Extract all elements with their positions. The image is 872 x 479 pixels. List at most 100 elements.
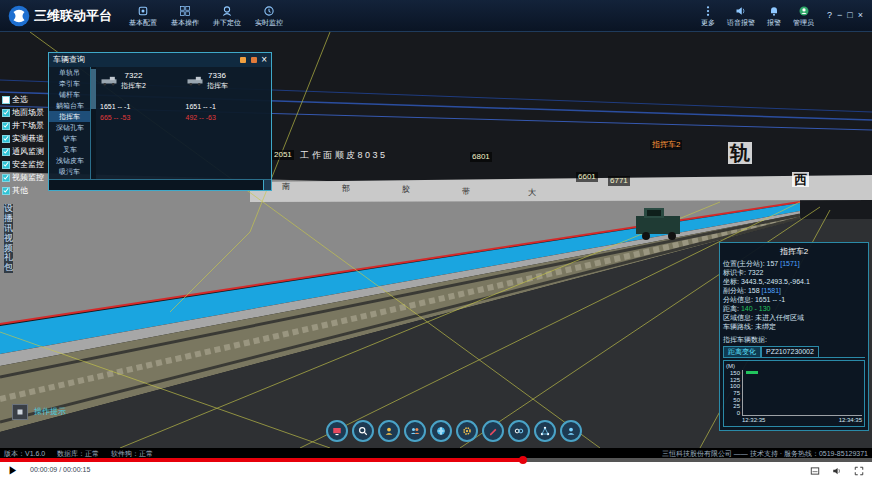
info-field: 位置(主分站): 157[1571] [723, 259, 865, 268]
layer-row[interactable]: 实测巷道 [2, 133, 44, 144]
scene-label[interactable]: 轨 [728, 142, 752, 164]
chart-x-label: 12:34:35 [839, 417, 862, 424]
window-control-button[interactable]: × [857, 11, 864, 20]
screen-icon [331, 425, 343, 437]
layer-row[interactable]: 井下场景 [2, 120, 44, 131]
play-button[interactable]: ▶ [8, 466, 18, 476]
vehicle-type-item[interactable]: 深钻孔车 [49, 122, 90, 133]
window-control-button[interactable]: − [836, 11, 843, 20]
layer-row[interactable]: 其他 [2, 185, 44, 196]
header-toolbar: 更多语音报警报警管理员 [701, 5, 814, 27]
layer-row[interactable]: 通风监测 [2, 146, 44, 157]
tool-button[interactable] [534, 420, 556, 442]
video-progress-track[interactable] [0, 458, 872, 462]
vehicle-name: 指挥车2 [121, 81, 146, 90]
vehicle-type-item[interactable]: 单轨吊 [49, 67, 90, 78]
scene-label[interactable]: 6771 [608, 176, 630, 186]
scrollbar[interactable] [91, 67, 96, 179]
layer-row[interactable]: 地面场景 [2, 107, 44, 118]
scene-label[interactable]: 2051 [272, 150, 294, 160]
tool-button[interactable] [430, 420, 452, 442]
search-field[interactable] [49, 180, 263, 190]
side-tab[interactable]: 设播讯视频礼包 [4, 204, 13, 273]
info-tab[interactable]: PZ2107230002 [761, 346, 819, 357]
scene-label[interactable]: 工 作 面 顺 皮 8 0 3 5 [300, 150, 385, 161]
scene-label[interactable]: 南 [282, 182, 290, 192]
scrollbar-thumb[interactable] [91, 69, 96, 109]
info-field-extra: [1571] [780, 260, 799, 267]
layer-checkbox[interactable] [2, 187, 10, 195]
vehicle-cards: 7322指挥车21651 -- -1665 -- -537336指挥车1651 … [96, 67, 271, 179]
search-icon [357, 425, 369, 437]
scene-label[interactable]: 胶 [402, 185, 410, 195]
vehicle-type-label: 吸污车 [59, 166, 80, 177]
scene-label[interactable]: 指挥车2 [650, 140, 682, 150]
hint-label: 操作提示 [34, 406, 66, 418]
tool-button[interactable] [352, 420, 374, 442]
vehicle-type-item[interactable]: 指挥车 [49, 111, 90, 122]
toolbar-label: 管理员 [793, 18, 814, 27]
vehicle-range: 665 -- -53 [100, 113, 182, 122]
layer-checkbox[interactable] [2, 135, 10, 143]
toolbar-button[interactable]: 报警 [767, 5, 781, 27]
scene-label[interactable]: 带 [462, 187, 470, 197]
vehicle-type-item[interactable]: 铺杆车 [49, 89, 90, 100]
scene-label[interactable]: 大 [528, 188, 536, 198]
tool-button[interactable] [560, 420, 582, 442]
scene-label[interactable]: 6601 [576, 172, 598, 182]
status-bar: 版本：V1.6.0数据库：正常软件狗：正常三恒科技股份有限公司 —— 技术支持 … [0, 448, 872, 458]
tool-button[interactable] [456, 420, 478, 442]
scroll-button[interactable] [263, 180, 271, 190]
toolbar-button[interactable]: 管理员 [793, 5, 814, 27]
nav-button[interactable]: 实时监控 [254, 5, 284, 27]
layer-checkbox[interactable] [2, 96, 10, 104]
scene-label[interactable]: 6801 [470, 152, 492, 162]
chart-x-label: 12:32:35 [742, 417, 765, 424]
vehicle-card[interactable]: 7336指挥车1651 -- -1492 -- -63 [186, 71, 268, 122]
info-field: 车辆路线: 未绑定 [723, 322, 865, 331]
close-button[interactable]: × [261, 55, 267, 65]
vehicle-card[interactable]: 7322指挥车21651 -- -1665 -- -53 [100, 71, 182, 122]
chart-tick: 150 [730, 370, 740, 376]
vehicle-type-item[interactable]: 牵引车 [49, 78, 90, 89]
window-control-button[interactable]: ? [826, 11, 833, 20]
layer-checkbox[interactable] [2, 148, 10, 156]
vehicle-type-item[interactable]: 躺箱台车 [49, 100, 90, 111]
nav-button[interactable]: 基本操作 [170, 5, 200, 27]
tool-button[interactable] [326, 420, 348, 442]
vehicle-type-label: 单轨吊 [59, 67, 80, 78]
vehicle-type-label: 叉车 [63, 144, 77, 155]
tool-button[interactable] [482, 420, 504, 442]
gear-icon [461, 425, 473, 437]
info-field-value: 140 - 130 [741, 305, 771, 312]
layer-row[interactable]: 全选 [2, 94, 44, 105]
scene-view[interactable]: 2051 工 作 面 顺 皮 8 0 3 5 6801 6601 6771 指挥车2 轨西南… [0, 32, 872, 448]
nav-button[interactable]: 基本配置 [128, 5, 158, 27]
vehicle-type-item[interactable]: 浅钻皮车 [49, 155, 90, 166]
toolbar-button[interactable]: 更多 [701, 5, 715, 27]
toolbar-button[interactable]: 语音报警 [727, 5, 755, 27]
tool-button[interactable] [404, 420, 426, 442]
speaker-icon [735, 5, 747, 17]
nav-button[interactable]: 井下定位 [212, 5, 242, 27]
layer-checkbox[interactable] [2, 174, 10, 182]
vehicle-type-item[interactable]: 铲车 [49, 133, 90, 144]
scene-label[interactable]: 部 [342, 184, 350, 194]
settings-icon [137, 5, 149, 17]
tool-button[interactable] [508, 420, 530, 442]
tool-button[interactable] [378, 420, 400, 442]
status-item: 版本：V1.6.0 [4, 449, 45, 458]
square-icon [16, 408, 24, 416]
hint-button[interactable] [12, 404, 28, 420]
layer-checkbox[interactable] [2, 161, 10, 169]
layer-row[interactable]: 安全监控 [2, 159, 44, 170]
layer-checkbox[interactable] [2, 109, 10, 117]
layer-checkbox[interactable] [2, 122, 10, 130]
subtitles-icon [810, 466, 820, 476]
window-control-button[interactable]: □ [846, 11, 853, 20]
vehicle-type-item[interactable]: 吸污车 [49, 166, 90, 177]
vehicle-type-item[interactable]: 叉车 [49, 144, 90, 155]
layer-row[interactable]: 视频监控 [2, 172, 44, 183]
scene-label[interactable]: 西 [792, 172, 809, 187]
info-tab[interactable]: 距离变化 [723, 346, 761, 357]
